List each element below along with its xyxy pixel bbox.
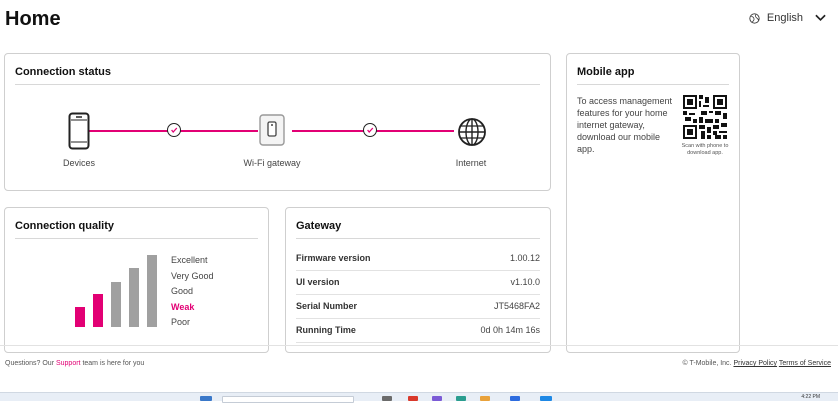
footer-support-text: Questions? Our Support team is here for … [5, 360, 144, 367]
signal-bar [93, 294, 103, 327]
gateway-row-value: JT5468FA2 [493, 301, 540, 311]
qr-caption: Scan with phone to download app. [681, 143, 729, 156]
gateway-row-value: 0d 0h 14m 16s [480, 325, 540, 335]
taskbar-app-icon[interactable] [540, 396, 552, 401]
chevron-down-icon [815, 14, 826, 22]
copyright-text: © T-Mobile, Inc. [682, 360, 732, 367]
internet-globe-icon [457, 117, 487, 152]
footer-prefix: Questions? Our [5, 360, 56, 367]
gateway-row-firmware: Firmware version 1.00.12 [296, 246, 540, 271]
support-link[interactable]: Support [56, 360, 81, 367]
footer-divider [0, 345, 838, 346]
taskbar-app-icon[interactable] [382, 396, 392, 401]
connection-status-title: Connection status [15, 66, 111, 78]
gateway-title: Gateway [296, 220, 342, 232]
quality-level-label: Good [171, 286, 194, 296]
taskbar-app-icon[interactable] [510, 396, 520, 401]
node-label-internet: Internet [455, 158, 487, 168]
divider [15, 238, 258, 239]
privacy-policy-link[interactable]: Privacy Policy [733, 360, 777, 367]
connection-status-card: Connection status Devices Wi-Fi gateway … [4, 53, 551, 191]
gateway-row-label: Serial Number [296, 301, 358, 311]
gateway-row-serial: Serial Number JT5468FA2 [296, 294, 540, 319]
footer-legal: © T-Mobile, Inc. Privacy Policy Terms of… [683, 360, 831, 367]
taskbar-app-icon[interactable] [408, 396, 418, 401]
taskbar-clock: 4:22 PM [801, 394, 820, 400]
mobile-app-description: To access management features for your h… [577, 96, 673, 154]
quality-level-label: Very Good [171, 270, 214, 281]
language-selector[interactable]: English [749, 12, 826, 24]
connection-quality-title: Connection quality [15, 220, 114, 232]
check-circle-icon [167, 123, 181, 137]
terms-of-service-link[interactable]: Terms of Service [779, 360, 831, 367]
quality-level-label: Poor [171, 317, 191, 327]
gateway-row-label: UI version [296, 277, 340, 287]
divider [296, 238, 540, 239]
divider [577, 84, 729, 85]
gateway-row-value: 1.00.12 [509, 253, 540, 263]
footer-suffix: team is here for you [80, 360, 145, 367]
gateway-row-ui-version: UI version v1.10.0 [296, 270, 540, 295]
taskbar-app-icon[interactable] [432, 396, 442, 401]
connection-quality-card: Connection quality Excellent Very Good Goo… [4, 207, 269, 353]
node-label-wifi-gateway: Wi-Fi gateway [243, 158, 301, 168]
quality-level-label: Excellent [171, 255, 208, 265]
node-label-devices: Devices [62, 158, 95, 168]
gateway-row-value: v1.10.0 [510, 277, 540, 287]
divider [15, 84, 540, 85]
gateway-row-label: Running Time [296, 325, 356, 335]
signal-bar [111, 282, 121, 327]
signal-bar [147, 255, 157, 327]
phone-icon [68, 112, 90, 155]
qr-code-icon [683, 95, 727, 139]
signal-bar [129, 268, 139, 327]
taskbar-app-icon[interactable] [480, 396, 490, 401]
language-label: English [766, 12, 803, 24]
taskbar-app-icon[interactable] [456, 396, 466, 401]
gateway-icon [259, 114, 285, 151]
mobile-app-card: Mobile app To access management features… [566, 53, 740, 353]
gateway-row-running-time: Running Time 0d 0h 14m 16s [296, 318, 540, 343]
check-circle-icon [363, 123, 377, 137]
taskbar-app-icon[interactable] [200, 396, 212, 401]
quality-level-label: Weak [171, 301, 195, 312]
globe-icon [749, 12, 760, 24]
gateway-row-label: Firmware version [296, 253, 371, 263]
mobile-app-title: Mobile app [577, 66, 635, 78]
gateway-card: Gateway Firmware version 1.00.12 UI vers… [285, 207, 551, 353]
page-title: Home [5, 8, 61, 30]
signal-bar [75, 307, 85, 327]
